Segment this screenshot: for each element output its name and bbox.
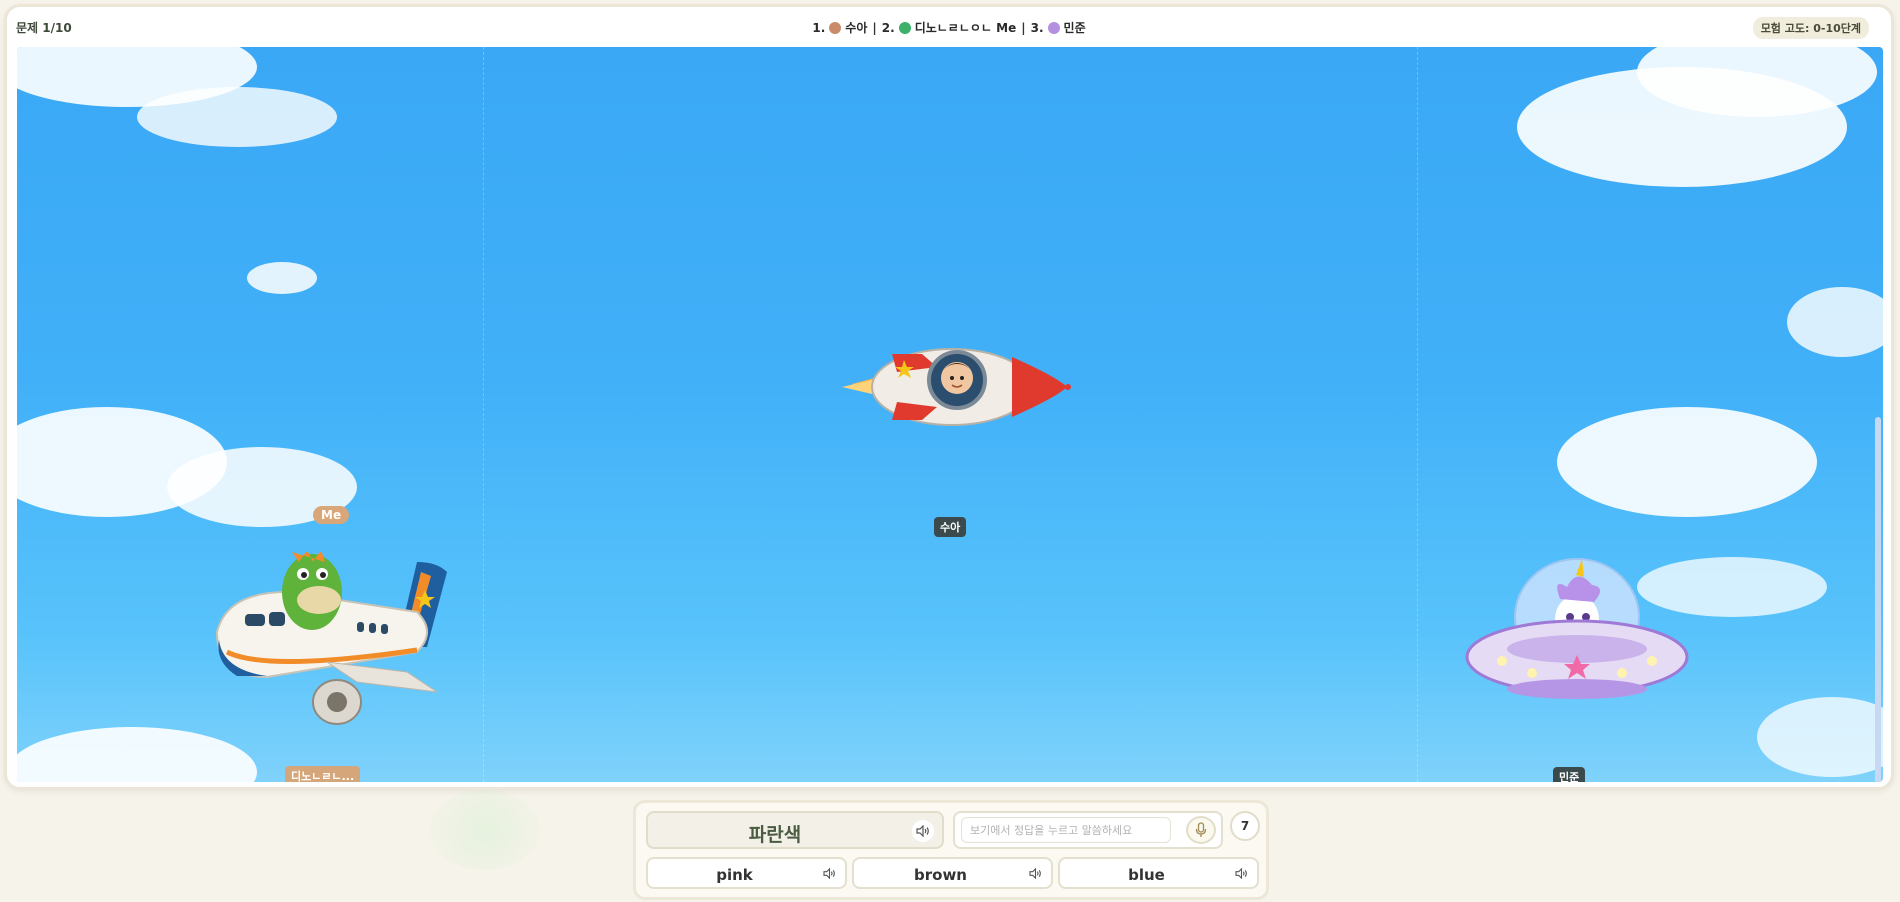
- airplane-icon: [207, 550, 467, 736]
- speaker-icon: [916, 825, 929, 837]
- rank-entry-3: 3. 민준: [1030, 20, 1086, 36]
- player-name-tag: 민준: [1553, 767, 1586, 782]
- option-button-2[interactable]: brown: [852, 857, 1053, 889]
- option-speaker-button[interactable]: [1025, 863, 1045, 883]
- answer-input[interactable]: [961, 817, 1171, 843]
- speaker-icon: [1234, 867, 1247, 879]
- cloud: [1557, 407, 1817, 517]
- player-name-tag: 수아: [934, 517, 967, 537]
- rocket-icon: [842, 332, 1072, 446]
- unicorn-avatar-icon: [1047, 21, 1060, 34]
- option-button-3[interactable]: blue: [1058, 857, 1259, 889]
- rank-entry-1: 1. 수아: [812, 20, 868, 36]
- my-name-tag: 디노ㄴㄹㄴ...: [285, 766, 361, 782]
- lane-divider: [483, 47, 484, 782]
- background-glow: [430, 790, 540, 870]
- cloud: [1757, 697, 1883, 777]
- answer-input-wrapper: [953, 811, 1223, 849]
- option-button-1[interactable]: pink: [646, 857, 847, 889]
- cloud: [137, 87, 337, 147]
- option-label: brown: [914, 866, 967, 884]
- speaker-icon: [1028, 867, 1041, 879]
- rank-separator: |: [1021, 20, 1026, 35]
- ufo-icon: [1462, 557, 1692, 721]
- prompt-word: 파란색: [748, 824, 802, 846]
- mic-button[interactable]: [1186, 816, 1216, 844]
- sky-race-area: 수아 Me 디노ㄴㄹㄴ... 민준: [17, 47, 1883, 782]
- option-label: pink: [716, 866, 753, 884]
- rank-separator: |: [872, 20, 877, 35]
- option-speaker-button[interactable]: [819, 863, 839, 883]
- altitude-badge: 모험 고도: 0-10단계: [1752, 17, 1869, 39]
- microphone-icon: [1195, 822, 1207, 837]
- option-label: blue: [1128, 866, 1165, 884]
- lane-divider: [1417, 47, 1418, 782]
- game-frame: 문제 1/10 1. 수아 | 2. 디노ㄴㄹㄴㅇㄴ Me | 3. 민준 모험…: [4, 4, 1894, 790]
- option-speaker-button[interactable]: [1231, 863, 1251, 883]
- boy-avatar-icon: [829, 21, 842, 34]
- prompt-speaker-button[interactable]: [912, 820, 934, 842]
- rank-entry-2: 2. 디노ㄴㄹㄴㅇㄴ Me: [881, 20, 1017, 36]
- scrollbar-thumb[interactable]: [1875, 417, 1881, 782]
- answer-panel: 파란색 7 pink: [633, 800, 1269, 900]
- cloud: [247, 262, 317, 294]
- countdown-timer: 7: [1230, 811, 1260, 841]
- dinosaur-avatar-icon: [898, 21, 911, 34]
- top-bar: 문제 1/10 1. 수아 | 2. 디노ㄴㄹㄴㅇㄴ Me | 3. 민준 모험…: [7, 7, 1891, 47]
- prompt-card: 파란색: [646, 811, 944, 849]
- me-badge: Me: [313, 506, 350, 524]
- ranking-line: 1. 수아 | 2. 디노ㄴㄹㄴㅇㄴ Me | 3. 민준: [7, 19, 1891, 36]
- cloud: [1787, 287, 1883, 357]
- speaker-icon: [822, 867, 835, 879]
